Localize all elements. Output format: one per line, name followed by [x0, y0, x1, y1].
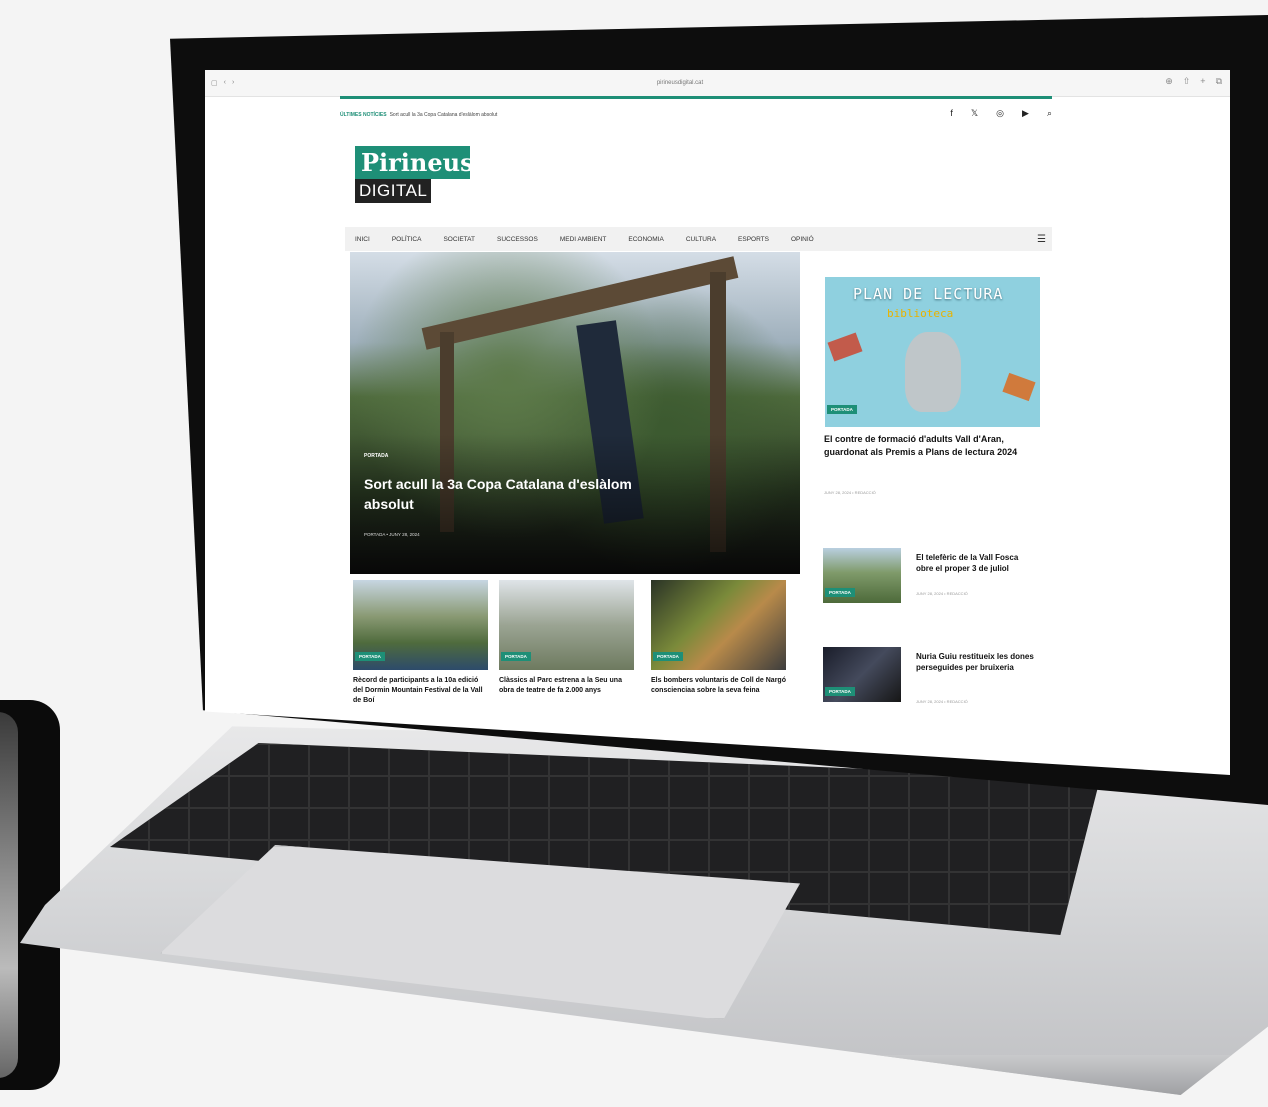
side-feature-image[interactable]: PLAN DE LECTURA biblioteca PORTADA [825, 277, 1040, 427]
book-illustration [1002, 372, 1036, 402]
nav-item-medi-ambient[interactable]: MEDI AMBIENT [560, 236, 607, 243]
facebook-icon[interactable]: f [950, 108, 953, 119]
x-icon[interactable]: 𝕏 [971, 108, 978, 119]
category-tag[interactable]: PORTADA [827, 405, 857, 414]
side-list-title[interactable]: El telefèric de la Vall Fosca obre el pr… [916, 552, 1036, 574]
mouse-illustration [905, 332, 961, 412]
logo-top: Pirineus [355, 146, 474, 179]
ticker-label: ÚLTIMES NOTÍCIES [340, 112, 387, 118]
search-icon[interactable]: ⌕ [1047, 108, 1052, 119]
article-title[interactable]: Rècord de participants a la 10a edició d… [353, 676, 488, 706]
share-icon[interactable]: ⇧ [1183, 76, 1191, 87]
side-feature-headline: PLAN DE LECTURA [853, 285, 1004, 303]
nav-item-societat[interactable]: SOCIETAT [443, 236, 475, 243]
hero-category[interactable]: PORTADA [364, 453, 388, 459]
article-title[interactable]: Els bombers voluntaris de Coll de Nargó … [651, 676, 786, 696]
sidebar-toggle-icon[interactable]: ▢ [211, 79, 218, 87]
forward-arrow-icon[interactable]: › [232, 79, 234, 87]
category-tag[interactable]: PORTADA [825, 687, 855, 696]
nav-item-politica[interactable]: POLÍTICA [392, 236, 422, 243]
category-tag[interactable]: PORTADA [501, 652, 531, 661]
address-bar[interactable]: pirineusdigital.cat [600, 77, 760, 89]
side-feature-title[interactable]: El contre de formació d'adults Vall d'Ar… [824, 433, 1039, 458]
hero-meta: PORTADA • JUNY 28, 2024 [364, 532, 420, 537]
nav-item-esports[interactable]: ESPORTS [738, 236, 769, 243]
browser-toolbar: ▢ ‹ › pirineusdigital.cat ⊕ ⇧ + ⧉ [205, 70, 1230, 97]
side-list-meta: JUNY 28, 2024 • REDACCIÓ [916, 591, 968, 596]
article-title[interactable]: Clàssics al Parc estrena a la Seu una ob… [499, 676, 634, 696]
nav-item-cultura[interactable]: CULTURA [686, 236, 716, 243]
new-tab-icon[interactable]: + [1200, 76, 1205, 87]
side-list-item[interactable]: PORTADA Nuria Guiu restitueix les dones … [823, 647, 1040, 711]
category-tag[interactable]: PORTADA [825, 588, 855, 597]
youtube-icon[interactable]: ▶ [1022, 108, 1029, 119]
nav-item-inici[interactable]: INICI [355, 236, 370, 243]
category-tag[interactable]: PORTADA [355, 652, 385, 661]
tabs-overview-icon[interactable]: ⧉ [1216, 76, 1222, 87]
side-list-item[interactable]: PORTADA El telefèric de la Vall Fosca ob… [823, 548, 1040, 612]
site-logo[interactable]: Pirineus DIGITAL [355, 146, 474, 204]
phone-device [0, 700, 60, 1090]
article-card[interactable]: PORTADA Els bombers voluntaris de Coll d… [651, 580, 786, 765]
ticker-text[interactable]: Sort acull la 3a Copa Catalana d'eslàlom… [390, 112, 498, 118]
logo-bottom: DIGITAL [355, 179, 431, 203]
accent-line [340, 96, 1052, 99]
category-tag[interactable]: PORTADA [653, 652, 683, 661]
back-arrow-icon[interactable]: ‹ [224, 79, 226, 87]
side-feature-sub: biblioteca [887, 307, 954, 320]
nav-item-successos[interactable]: SUCCESSOS [497, 236, 538, 243]
laptop-screen: ▢ ‹ › pirineusdigital.cat ⊕ ⇧ + ⧉ ÚLTIME… [205, 70, 1230, 775]
social-links: f 𝕏 ◎ ▶ ⌕ [950, 108, 1052, 119]
side-list-title[interactable]: Nuria Guiu restitueix les dones persegui… [916, 651, 1036, 673]
news-ticker[interactable]: ÚLTIMES NOTÍCIES Sort acull la 3a Copa C… [340, 100, 1052, 130]
nav-item-opinio[interactable]: OPINIÓ [791, 236, 814, 243]
instagram-icon[interactable]: ◎ [996, 108, 1004, 119]
laptop-edge [20, 1055, 1268, 1095]
hero-article[interactable]: PORTADA Sort acull la 3a Copa Catalana d… [350, 252, 800, 574]
main-nav: INICI POLÍTICA SOCIETAT SUCCESSOS MEDI A… [345, 227, 1052, 251]
hero-title[interactable]: Sort acull la 3a Copa Catalana d'eslàlom… [364, 474, 684, 514]
side-list-meta: JUNY 28, 2024 • REDACCIÓ [916, 699, 968, 704]
nav-item-economia[interactable]: ECONOMIA [628, 236, 663, 243]
download-icon[interactable]: ⊕ [1165, 76, 1173, 87]
phone-screen [0, 712, 18, 1078]
hamburger-menu-icon[interactable]: ☰ [1037, 234, 1046, 245]
book-illustration [827, 332, 863, 362]
side-feature-meta: JUNY 28, 2024 • REDACCIÓ [824, 490, 876, 495]
